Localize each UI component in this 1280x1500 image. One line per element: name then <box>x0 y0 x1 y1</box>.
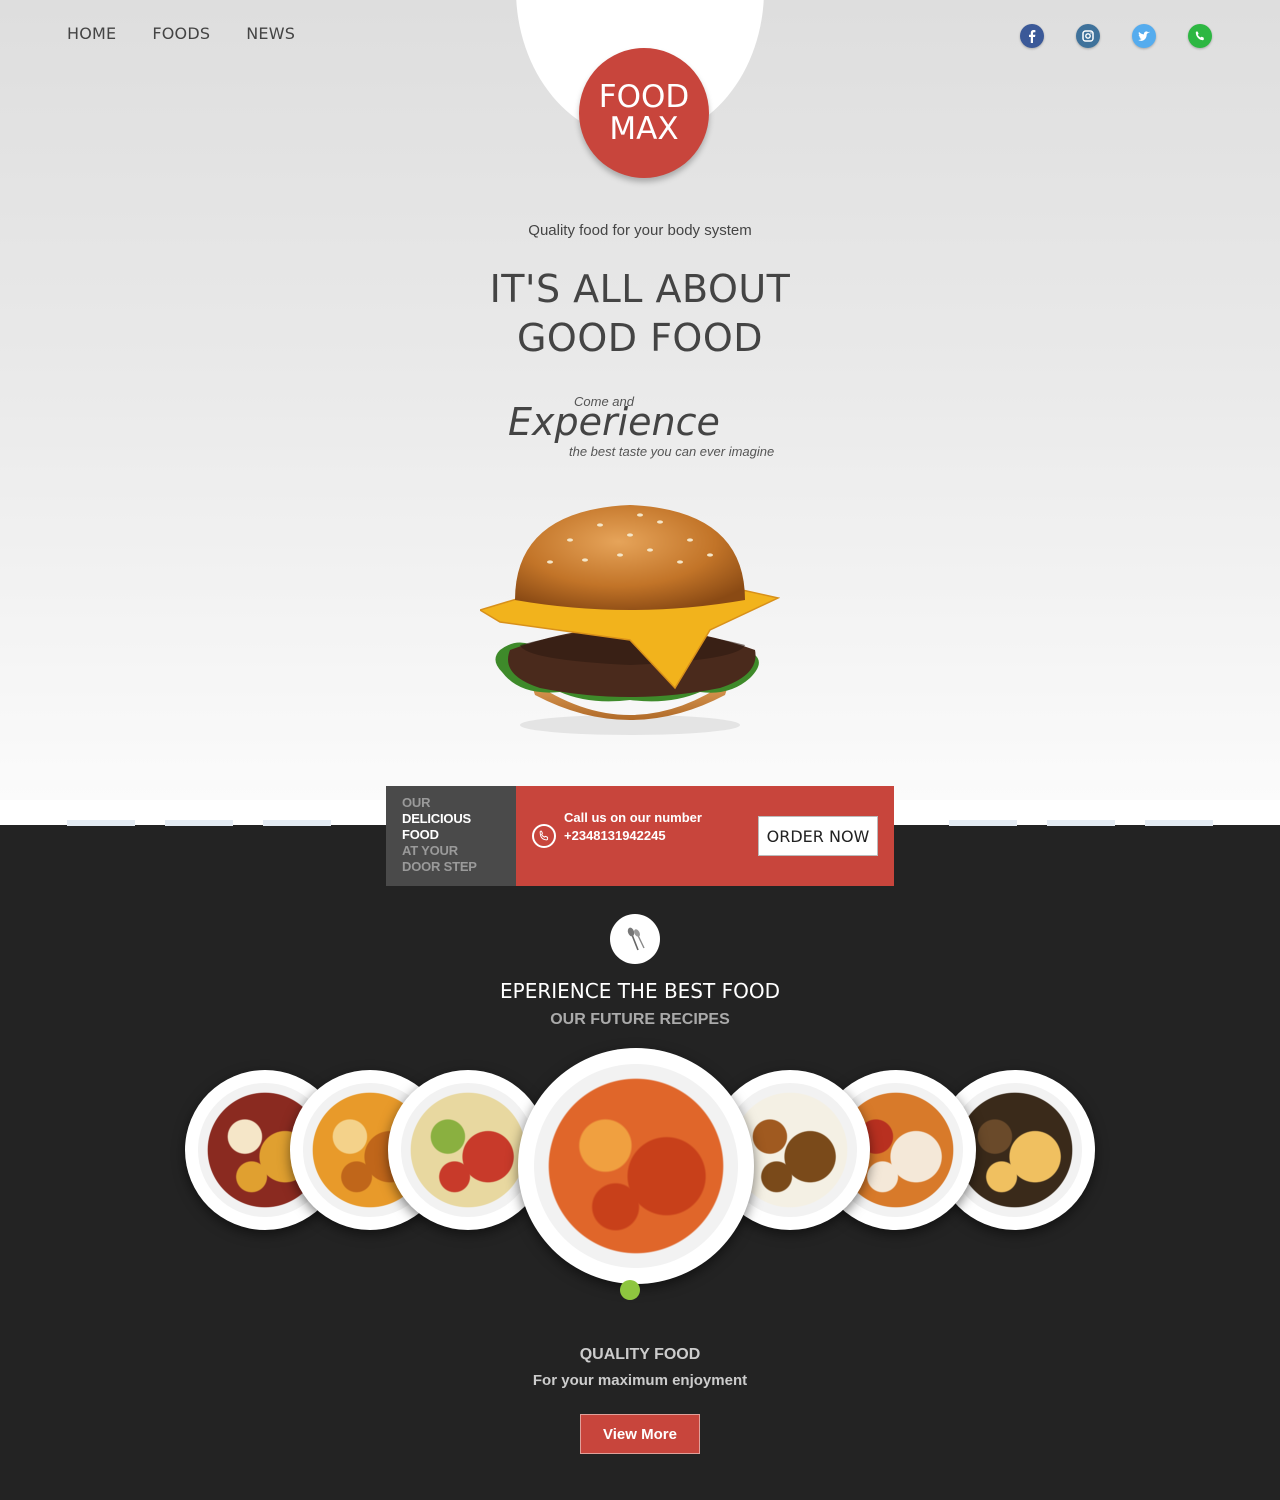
promo-line-4: AT YOUR <box>402 843 458 858</box>
nav-foods-link[interactable]: FOODS <box>152 24 210 43</box>
experience-text: Experience <box>508 400 720 444</box>
headline-line-1: IT'S ALL ABOUT <box>489 267 791 311</box>
recipes-title: EPERIENCE THE BEST FOOD <box>500 979 780 1003</box>
promo-line-2: DELICIOUS <box>402 811 471 826</box>
hero-headline: IT'S ALL ABOUT GOOD FOOD <box>0 265 1280 363</box>
logo-line-max: MAX <box>609 111 679 147</box>
hero-tagline: Quality food for your body system <box>528 222 752 239</box>
recipes-subtitle: OUR FUTURE RECIPES <box>550 1011 730 1028</box>
site-logo[interactable]: FOOD MAX <box>579 48 709 178</box>
promo-line-1: OUR <box>402 795 431 810</box>
recipe-photo <box>534 1064 738 1268</box>
delivery-promo: OUR DELICIOUS FOOD AT YOUR DOOR STEP <box>386 786 516 886</box>
headline-line-2: GOOD FOOD <box>516 316 764 360</box>
twitter-icon[interactable] <box>1132 24 1156 48</box>
order-now-button[interactable]: ORDER NOW <box>758 816 878 856</box>
logo-line-food: FOOD <box>598 79 690 115</box>
recipe-photo <box>401 1083 535 1217</box>
burger-image <box>480 505 780 735</box>
social-links <box>1020 24 1212 48</box>
quality-title: QUALITY FOOD <box>579 1346 701 1363</box>
call-label: Call us on our number <box>564 810 702 825</box>
quality-subtitle: For your maximum enjoyment <box>532 1372 748 1389</box>
whatsapp-icon[interactable] <box>1188 24 1212 48</box>
recipe-plate-4[interactable] <box>518 1048 754 1284</box>
hero-section: HOME FOODS NEWS FOOD MAX Quality food fo… <box>0 0 1280 800</box>
phone-icon <box>532 824 556 848</box>
main-nav: HOME FOODS NEWS <box>67 24 295 43</box>
facebook-icon[interactable] <box>1020 24 1044 48</box>
nav-news-link[interactable]: NEWS <box>246 24 295 43</box>
phone-number[interactable]: +2348131942245 <box>564 828 666 843</box>
nav-home-link[interactable]: HOME <box>67 24 116 43</box>
call-panel: Call us on our number +2348131942245 ORD… <box>516 786 894 886</box>
promo-line-3: FOOD <box>402 827 439 842</box>
instagram-icon[interactable] <box>1076 24 1100 48</box>
view-more-button[interactable]: View More <box>580 1414 700 1454</box>
best-taste-text: the best taste you can ever imagine <box>569 444 775 459</box>
promo-line-5: DOOR STEP <box>402 859 477 874</box>
carousel-active-dot[interactable] <box>620 1280 640 1300</box>
order-bar: OUR DELICIOUS FOOD AT YOUR DOOR STEP Cal… <box>386 786 894 886</box>
spoon-icon <box>610 914 660 964</box>
